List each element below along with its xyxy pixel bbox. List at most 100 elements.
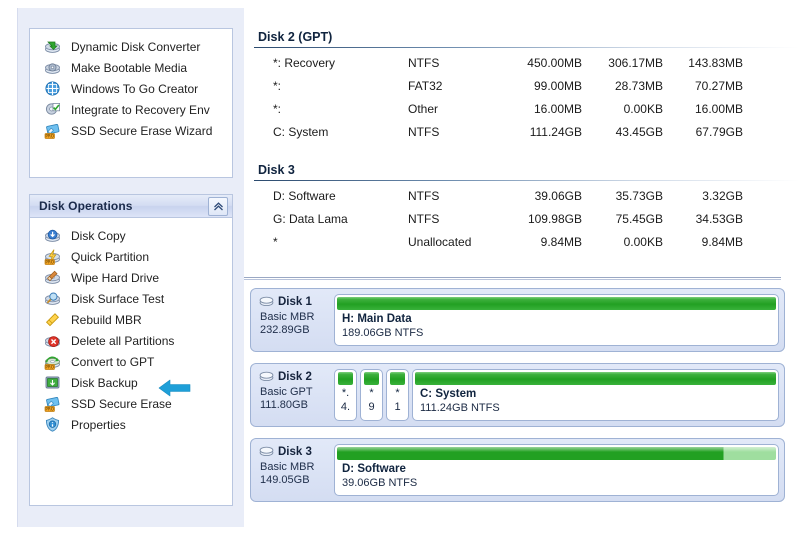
partition-free: 16.00MB <box>694 102 743 116</box>
partition-filesystem: NTFS <box>408 56 440 70</box>
menu-item-label: Make Bootable Media <box>71 60 188 75</box>
partition-filesystem: NTFS <box>408 212 440 226</box>
partition-free: 9.84MB <box>701 235 743 249</box>
partition-filesystem: NTFS <box>408 189 440 203</box>
menu-item-label: Delete all Partitions <box>71 333 175 348</box>
menu-item-label: Wipe Hard Drive <box>71 270 160 285</box>
hard-disk-icon <box>259 295 274 308</box>
partition-block-title: * <box>369 387 374 399</box>
delete-all-partitions-icon <box>44 332 61 349</box>
rebuild-mbr-icon <box>44 311 61 328</box>
partition-name: *: <box>273 79 282 93</box>
disk-map-type: Basic MBR <box>260 311 315 323</box>
collapse-chevron-icon[interactable] <box>208 197 228 216</box>
table-row[interactable]: *: Other 16.00MB 0.00KB 16.00MB <box>254 99 799 122</box>
disk-map-partitions: *. 4. * 9 * 1 C: System 111.24GB NTFS <box>334 369 779 421</box>
op-disk-surface-test[interactable]: Disk Surface Test <box>30 288 232 309</box>
disk-table-2: Disk 3 D: Software NTFS 39.06GB 35.73GB 3.32G… <box>254 163 799 255</box>
disk-table-rows: D: Software NTFS 39.06GB 35.73GB 3.32GB G: Da… <box>254 186 799 255</box>
wipe-hard-drive-icon <box>44 269 61 286</box>
menu-item-label: Quick Partition <box>71 249 150 264</box>
table-row[interactable]: *: FAT32 99.00MB 28.73MB 70.27MB <box>254 76 799 99</box>
partition-filesystem: Unallocated <box>408 235 472 249</box>
disk-table-rows: *: Recovery NTFS 450.00MB 306.17MB 143.83MB *… <box>254 53 799 145</box>
partition-name: *: Recovery <box>273 56 336 70</box>
left-sidebar: Dynamic Disk Converter Make Bootable Medi… <box>17 8 245 527</box>
disk-map-title: Disk 1 <box>259 295 331 308</box>
integrate-recovery-icon <box>44 101 61 118</box>
hard-disk-icon <box>259 445 274 458</box>
partition-block-title: *. <box>341 387 350 399</box>
disk-surface-test-icon <box>44 290 61 307</box>
windows-to-go-icon <box>44 80 61 97</box>
table-row[interactable]: D: Software NTFS 39.06GB 35.73GB 3.32GB <box>254 186 799 209</box>
partition-free: 143.83MB <box>688 56 743 70</box>
disk-table-title: Disk 2 (GPT) <box>258 30 333 44</box>
partition-block-sub: 4. <box>340 401 351 413</box>
disk-map-type: Basic GPT <box>260 386 313 398</box>
svg-text:PRO: PRO <box>45 134 54 139</box>
ssd-secure-erase-icon: PRO <box>44 395 61 412</box>
tool-make-bootable-media[interactable]: Make Bootable Media <box>30 57 232 78</box>
partition-block[interactable]: H: Main Data 189.06GB NTFS <box>334 294 779 346</box>
table-row[interactable]: * Unallocated 9.84MB 0.00KB 9.84MB <box>254 232 799 255</box>
menu-item-label: Dynamic Disk Converter <box>71 39 201 54</box>
disk-map-panel[interactable]: Disk 3 Basic MBR 149.05GB D: Software 39.06G… <box>250 438 785 502</box>
partition-name: D: Software <box>273 189 336 203</box>
menu-item-label: Disk Copy <box>71 228 126 243</box>
op-properties[interactable]: Properties <box>30 414 232 435</box>
table-row[interactable]: G: Data Lama NTFS 109.98GB 75.45GB 34.53GB <box>254 209 799 232</box>
disk-map-name: Disk 3 <box>278 445 312 458</box>
op-delete-all-partitions[interactable]: Delete all Partitions <box>30 330 232 351</box>
partition-free: 3.32GB <box>702 189 743 203</box>
tools-menu: Dynamic Disk Converter Make Bootable Medi… <box>30 29 232 141</box>
partition-block-title: C: System <box>420 388 477 400</box>
menu-item-label: Disk Backup <box>71 375 138 390</box>
op-disk-backup[interactable]: Disk Backup <box>30 372 232 393</box>
tool-dynamic-disk-converter[interactable]: Dynamic Disk Converter <box>30 36 232 57</box>
partition-block-title: D: Software <box>342 463 406 475</box>
partition-block[interactable]: *. 4. <box>334 369 357 421</box>
partition-name: * <box>273 235 278 249</box>
svg-text:PRO: PRO <box>45 407 54 412</box>
menu-item-label: Rebuild MBR <box>71 312 142 327</box>
main-content: Disk 2 (GPT) *: Recovery NTFS 450.00MB 306.1… <box>244 0 812 533</box>
op-disk-copy[interactable]: Disk Copy <box>30 225 232 246</box>
header-rule <box>254 180 799 181</box>
menu-item-label: Windows To Go Creator <box>71 81 199 96</box>
disk-map-panel[interactable]: Disk 1 Basic MBR 232.89GB H: Main Data 189.0… <box>250 288 785 352</box>
properties-icon <box>44 416 61 433</box>
partition-block-sub: 9 <box>368 401 375 413</box>
partition-block[interactable]: C: System 111.24GB NTFS <box>412 369 779 421</box>
tool-integrate-to-recovery-env[interactable]: Integrate to Recovery Env <box>30 99 232 120</box>
partition-block-sub: 1 <box>394 401 401 413</box>
partition-name: *: <box>273 102 282 116</box>
tool-ssd-secure-erase-wizard[interactable]: PRO SSD Secure Erase Wizard <box>30 120 232 141</box>
disk-operations-panel: Disk Operations Disk Copy PRO Quick Partit… <box>29 194 233 506</box>
partition-free: 70.27MB <box>694 79 743 93</box>
op-rebuild-mbr[interactable]: Rebuild MBR <box>30 309 232 330</box>
quick-partition-icon: PRO <box>44 248 61 265</box>
convert-to-gpt-icon: PRO <box>44 353 61 370</box>
op-wipe-hard-drive[interactable]: Wipe Hard Drive <box>30 267 232 288</box>
table-divider <box>244 277 781 281</box>
partition-block-sub: 39.06GB NTFS <box>342 477 418 489</box>
partition-block[interactable]: * 1 <box>386 369 409 421</box>
header-rule <box>254 47 799 48</box>
make-bootable-media-icon <box>44 59 61 76</box>
table-row[interactable]: C: System NTFS 111.24GB 43.45GB 67.79GB <box>254 122 799 145</box>
op-quick-partition[interactable]: PRO Quick Partition <box>30 246 232 267</box>
table-row[interactable]: *: Recovery NTFS 450.00MB 306.17MB 143.83MB <box>254 53 799 76</box>
svg-text:PRO: PRO <box>45 365 54 370</box>
partition-filesystem: NTFS <box>408 125 440 139</box>
menu-item-label: SSD Secure Erase Wizard <box>71 123 213 138</box>
svg-text:PRO: PRO <box>45 260 54 265</box>
partition-block[interactable]: * 9 <box>360 369 383 421</box>
op-ssd-secure-erase[interactable]: PRO SSD Secure Erase <box>30 393 232 414</box>
disk-map-panel[interactable]: Disk 2 Basic GPT 111.80GB *. 4. * 9 * 1 C: System… <box>250 363 785 427</box>
partition-free: 34.53GB <box>695 212 743 226</box>
menu-item-label: Convert to GPT <box>71 354 155 369</box>
tool-windows-to-go-creator[interactable]: Windows To Go Creator <box>30 78 232 99</box>
partition-block[interactable]: D: Software 39.06GB NTFS <box>334 444 779 496</box>
op-convert-to-gpt[interactable]: PRO Convert to GPT <box>30 351 232 372</box>
